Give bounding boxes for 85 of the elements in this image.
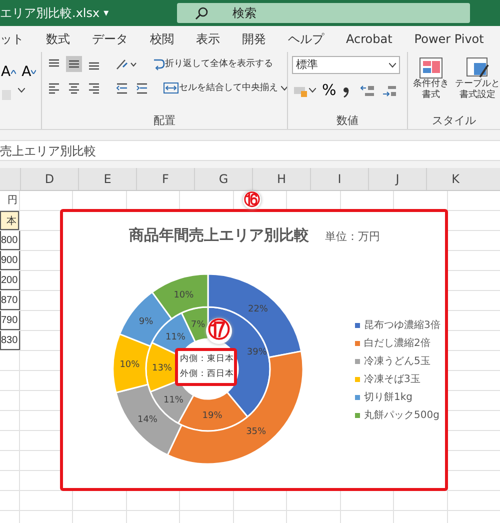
unit-label: 単位：万円 bbox=[325, 229, 380, 245]
font-grow-button[interactable]: A bbox=[0, 64, 17, 80]
data-label: 35% bbox=[246, 427, 266, 437]
ribbon-tab[interactable]: ヘルプ bbox=[277, 26, 335, 52]
orientation-icon bbox=[115, 57, 137, 71]
ribbon-tab[interactable]: Acrobat bbox=[335, 26, 404, 52]
data-label: 13% bbox=[152, 364, 172, 374]
align-icon bbox=[67, 81, 81, 95]
indent-icon bbox=[115, 81, 129, 95]
data-label: 11% bbox=[166, 332, 186, 342]
ribbon-tab[interactable]: データ bbox=[81, 26, 139, 52]
grid-icon bbox=[419, 57, 443, 79]
table-cell: 790 bbox=[0, 311, 20, 330]
data-label: 39% bbox=[246, 347, 267, 358]
data-label: 19% bbox=[202, 410, 222, 421]
table-cell: 200 bbox=[0, 271, 20, 290]
wrap-text-button[interactable]: 折り返して全体を表示する bbox=[150, 56, 274, 72]
column-header[interactable]: E bbox=[78, 168, 136, 190]
legend-label: 昆布つゆ濃縮3倍 bbox=[364, 318, 440, 332]
table-cell: 830 bbox=[0, 331, 20, 350]
ribbon-tab[interactable]: 数式 bbox=[35, 26, 81, 52]
wrap-icon bbox=[151, 57, 165, 71]
data-label: 10% bbox=[174, 290, 194, 300]
decimal-increase-icon bbox=[360, 84, 376, 98]
caret-icon bbox=[309, 88, 316, 93]
align-icon bbox=[87, 81, 101, 95]
table-format-button[interactable]: テーブルと 書式設定 bbox=[454, 56, 500, 102]
ribbon-tab[interactable]: 表示 bbox=[185, 26, 231, 52]
decimal-decrease-icon bbox=[382, 84, 398, 98]
callout-number: ⑯ bbox=[243, 191, 261, 209]
conditional-format-button[interactable]: 条件付き 書式 bbox=[412, 56, 450, 102]
dropdown-caret[interactable]: ▾ bbox=[104, 6, 109, 20]
data-label: 11% bbox=[164, 395, 184, 406]
table-icon bbox=[466, 57, 490, 79]
font-shrink-button[interactable]: A bbox=[20, 64, 38, 80]
table-cell: 800 bbox=[0, 231, 20, 250]
note-line: 外側：西日本 bbox=[180, 368, 232, 381]
legend-label: 冷凍そば3玉 bbox=[364, 372, 420, 386]
group-label: スタイル bbox=[431, 113, 477, 129]
ribbon-tab[interactable]: 校閲 bbox=[139, 26, 185, 52]
column-header[interactable]: K bbox=[426, 168, 484, 190]
ribbon-tab[interactable]: 開発 bbox=[231, 26, 277, 52]
legend-label: 冷凍うどん5玉 bbox=[364, 354, 430, 368]
data-label: 7% bbox=[190, 320, 206, 330]
formula-field[interactable]: 売上エリア別比較 bbox=[0, 140, 500, 161]
merge-icon bbox=[163, 81, 179, 95]
note-line: 内側：東日本 bbox=[180, 353, 232, 366]
number-format-value: 標準 bbox=[296, 56, 318, 73]
legend-label: 切り餅1kg bbox=[364, 390, 413, 404]
number-format-dropdown[interactable]: 標準 bbox=[292, 56, 400, 74]
data-label: 22% bbox=[248, 304, 268, 314]
caret-icon bbox=[281, 86, 287, 90]
table-cell: 870 bbox=[0, 291, 20, 310]
data-label: 14% bbox=[138, 415, 158, 425]
group-label: 数値 bbox=[336, 113, 360, 129]
chart-title: 商品年間売上エリア別比較 bbox=[129, 225, 309, 246]
column-header[interactable]: H bbox=[252, 168, 310, 190]
window-title: エリア別比較.xlsx bbox=[0, 5, 100, 22]
caret-icon bbox=[31, 70, 36, 74]
search-icon bbox=[194, 6, 209, 20]
percent-button[interactable]: % bbox=[321, 82, 338, 99]
indent-icon bbox=[135, 81, 149, 95]
legend-label: 丸餅パック500g bbox=[364, 408, 440, 422]
data-label: 9% bbox=[138, 316, 154, 327]
merge-center-button[interactable]: セルを結合して中央揃え bbox=[162, 80, 287, 96]
ribbon-tab[interactable]: ット bbox=[0, 26, 35, 52]
column-header[interactable]: F bbox=[136, 168, 194, 190]
align-icon bbox=[47, 81, 61, 95]
column-header[interactable]: G bbox=[194, 168, 252, 190]
caret-icon bbox=[10, 70, 16, 74]
caret-icon bbox=[389, 62, 396, 68]
align-button[interactable] bbox=[66, 56, 82, 72]
column-header[interactable]: I bbox=[310, 168, 368, 190]
column-header[interactable]: J bbox=[368, 168, 426, 190]
caret-icon bbox=[18, 88, 25, 93]
table-cell: 本 bbox=[0, 211, 19, 230]
ribbon-tab[interactable]: Power Pivot bbox=[403, 26, 495, 52]
group-label: 配置 bbox=[152, 113, 176, 129]
legend-label: 白だし濃縮2倍 bbox=[364, 336, 430, 350]
table-cell: 900 bbox=[0, 251, 20, 270]
data-label: 10% bbox=[120, 360, 140, 370]
search-placeholder: 検索 bbox=[232, 5, 257, 22]
column-header[interactable]: D bbox=[20, 168, 78, 190]
search-field[interactable]: 検索 bbox=[176, 3, 470, 23]
table-cell-text: 円 bbox=[6, 194, 18, 208]
